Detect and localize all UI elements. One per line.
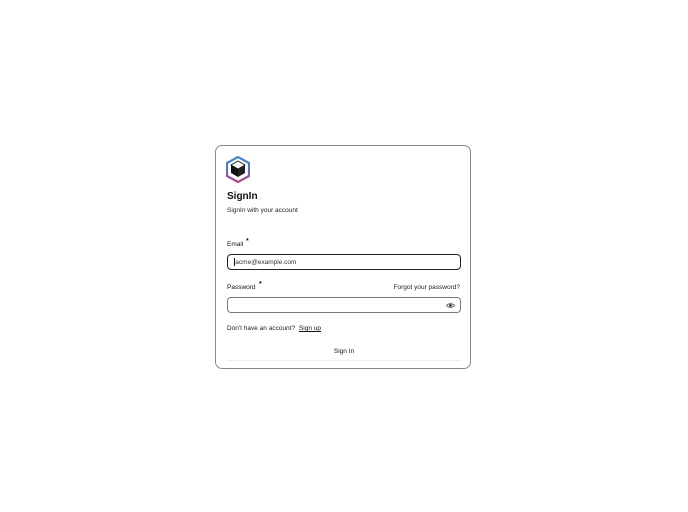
email-required-marker: * [246,238,249,245]
password-field[interactable] [227,297,461,313]
forgot-password-link[interactable]: Forgot your password? [394,284,460,291]
email-value: acme@example.com [235,258,297,266]
page-subtitle: SignIn with your account [227,207,298,214]
signup-prompt: Don't have an account? Sign up [227,325,321,332]
app-logo-icon [226,156,250,183]
eye-icon[interactable] [446,301,455,310]
signup-prompt-text: Don't have an account? [227,325,296,332]
page-title: SignIn [227,191,258,202]
password-required-marker: * [259,281,262,288]
password-label: Password [227,284,256,291]
signin-card: SignIn SignIn with your account Email * … [215,145,471,369]
signin-button[interactable]: Sign In [227,344,461,361]
email-label: Email [227,241,244,248]
signup-link[interactable]: Sign up [299,325,321,332]
email-field[interactable]: acme@example.com [227,254,461,270]
